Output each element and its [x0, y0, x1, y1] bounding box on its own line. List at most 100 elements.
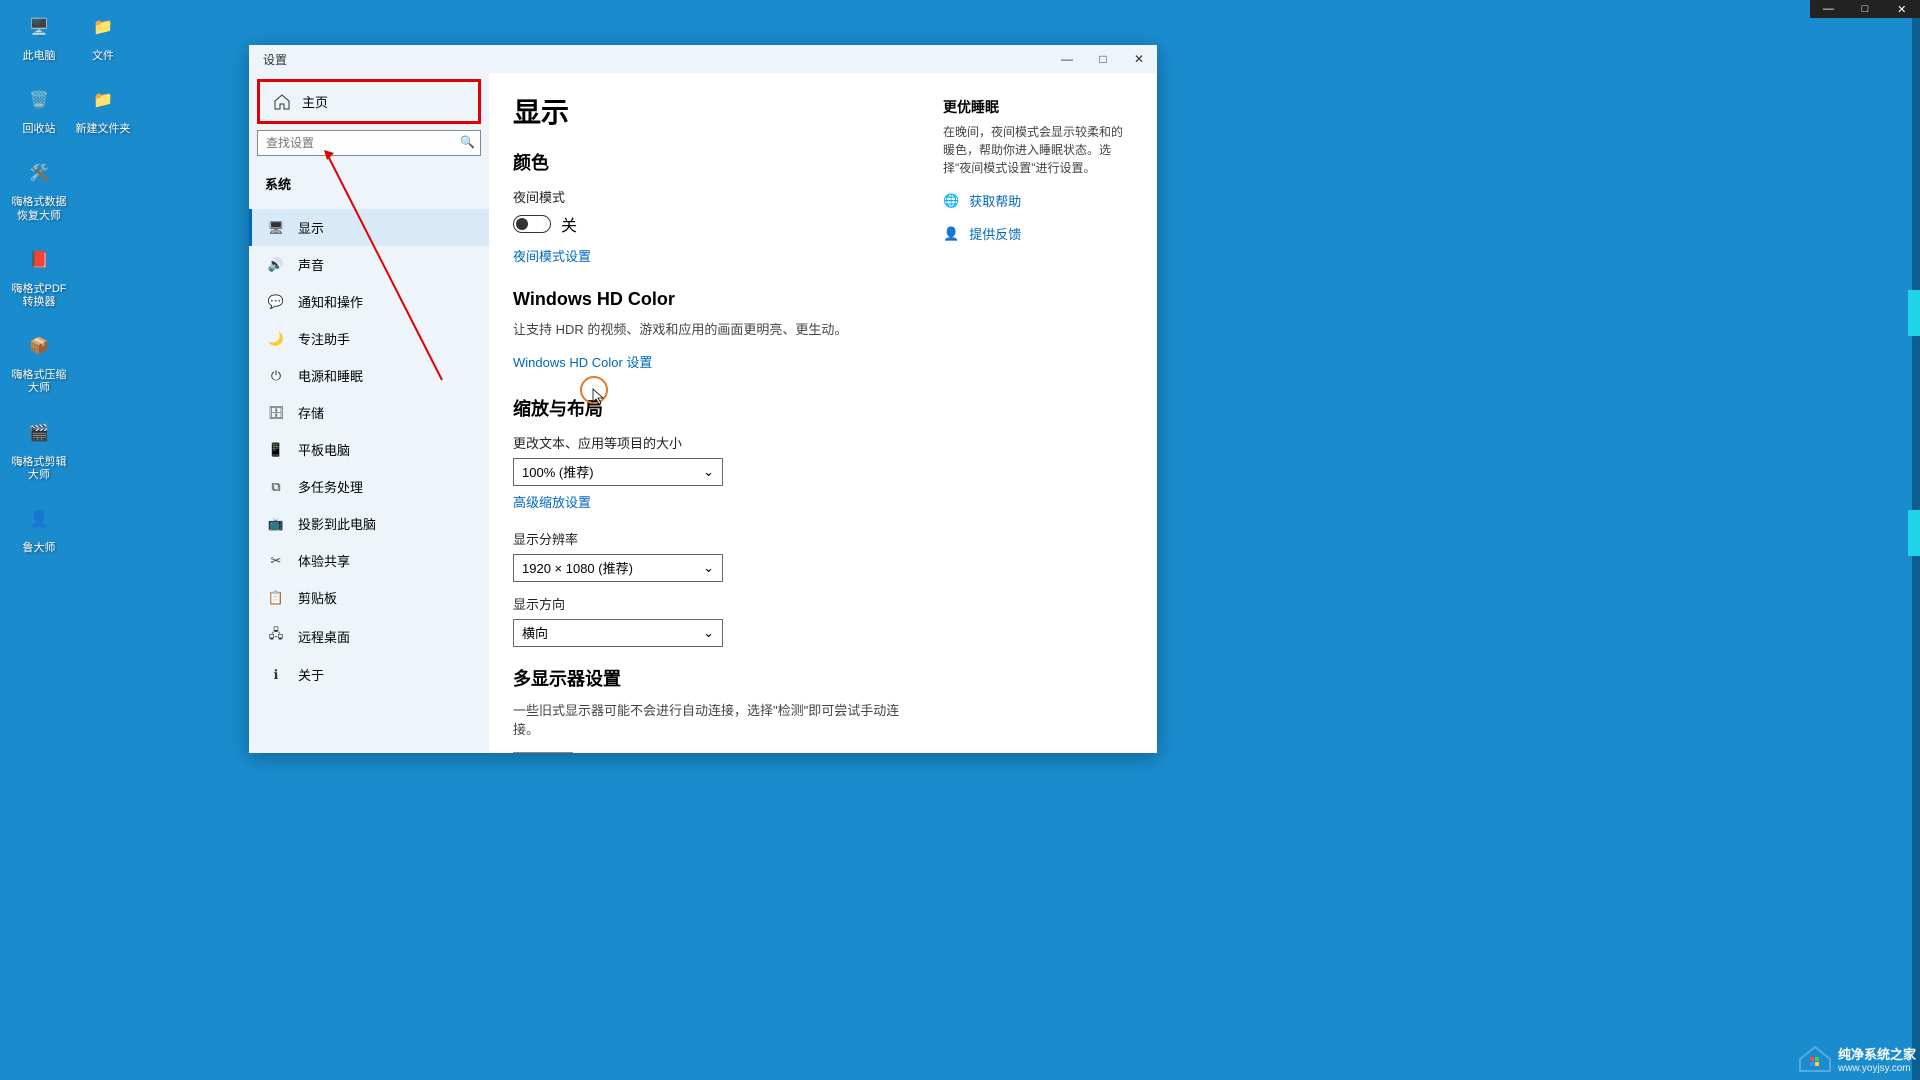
desktop-icon-app3[interactable]: 📦嗨格式压缩大师 — [8, 327, 70, 395]
nav-project[interactable]: 📺 投影到此电脑 — [249, 505, 489, 542]
nav-power[interactable]: ⏻ 电源和睡眠 — [249, 357, 489, 394]
settings-window: 设置 — □ ✕ 主页 🔍 系统 🖥显示 🔊 声音 💬 通知和操作 🌙 专注助手 — [249, 45, 1157, 753]
remote-icon: 🖧 — [268, 625, 284, 647]
storage-icon: 🗄 — [268, 405, 284, 421]
watermark-logo-icon — [1798, 1045, 1832, 1073]
titlebar: 设置 — □ ✕ — [249, 45, 1157, 73]
power-icon: ⏻ — [268, 368, 284, 384]
nav-label: 远程桌面 — [298, 627, 350, 646]
nav-label: 显示 — [298, 218, 324, 237]
desktop-icon-app1[interactable]: 🛠️嗨格式数据恢复大师 — [8, 154, 70, 222]
nav-label: 通知和操作 — [298, 292, 363, 311]
notify-icon: 💬 — [268, 294, 284, 310]
section-color: 颜色 — [513, 149, 903, 175]
orientation-label: 显示方向 — [513, 594, 903, 613]
section-multi: 多显示器设置 — [513, 665, 903, 691]
nav-label: 电源和睡眠 — [298, 366, 363, 385]
section-hdr: Windows HD Color — [513, 289, 903, 310]
desktop-icon-app2[interactable]: 📕嗨格式PDF转换器 — [8, 241, 70, 309]
nav-about[interactable]: ℹ关于 — [249, 656, 489, 693]
focus-icon: 🌙 — [268, 331, 284, 347]
scale-advanced-link[interactable]: 高级缩放设置 — [513, 492, 591, 511]
scale-dropdown[interactable]: 100% (推荐) ⌄ — [513, 458, 723, 486]
resolution-label: 显示分辨率 — [513, 529, 903, 548]
nav-share[interactable]: ✂ 体验共享 — [249, 542, 489, 579]
nav-tablet[interactable]: 📱平板电脑 — [249, 431, 489, 468]
minimize-button[interactable]: — — [1049, 45, 1085, 73]
desktop-icons-col1: 🖥️此电脑 🗑️回收站 🛠️嗨格式数据恢复大师 📕嗨格式PDF转换器 📦嗨格式压… — [8, 8, 70, 555]
maximize-button[interactable]: □ — [1085, 45, 1121, 73]
desktop-icon-folder1[interactable]: 📁文件 — [72, 8, 134, 63]
outer-maximize[interactable]: □ — [1847, 0, 1884, 18]
nav-notifications[interactable]: 💬 通知和操作 — [249, 283, 489, 320]
watermark-url: www.yoyjsy.com — [1838, 1063, 1916, 1074]
night-mode-toggle[interactable] — [513, 215, 551, 233]
night-mode-label: 夜间模式 — [513, 187, 903, 206]
night-settings-link[interactable]: 夜间模式设置 — [513, 246, 591, 265]
home-icon — [274, 94, 290, 110]
nav-storage[interactable]: 🗄存储 — [249, 394, 489, 431]
system-heading: 系统 — [249, 166, 489, 201]
nav-sound[interactable]: 🔊 声音 — [249, 246, 489, 283]
feedback-label: 提供反馈 — [969, 224, 1021, 243]
share-icon: ✂ — [268, 553, 284, 569]
scale-value: 100% (推荐) — [522, 462, 594, 481]
nav-label: 声音 — [298, 255, 324, 274]
feedback-icon: 👤 — [943, 226, 959, 242]
nav-label: 多任务处理 — [298, 477, 363, 496]
sleep-desc: 在晚间，夜间模式会显示较柔和的暖色，帮助你进入睡眠状态。选择"夜间模式设置"进行… — [943, 123, 1133, 177]
detect-button[interactable]: 检测 — [513, 752, 573, 754]
hdr-link[interactable]: Windows HD Color 设置 — [513, 352, 652, 371]
nav-label: 体验共享 — [298, 551, 350, 570]
outer-minimize[interactable]: — — [1810, 0, 1847, 18]
chevron-down-icon: ⌄ — [703, 625, 714, 641]
multi-desc: 一些旧式显示器可能不会进行自动连接，选择"检测"即可尝试手动连接。 — [513, 701, 903, 740]
outer-window-controls: — □ ✕ — [1810, 0, 1920, 18]
window-title: 设置 — [263, 51, 287, 68]
desktop-icon-folder2[interactable]: 📁新建文件夹 — [72, 81, 134, 136]
hdr-desc: 让支持 HDR 的视频、游戏和应用的画面更明亮、更生动。 — [513, 320, 903, 340]
feedback-link[interactable]: 👤 提供反馈 — [943, 224, 1133, 243]
sleep-heading: 更优睡眠 — [943, 97, 1133, 117]
close-button[interactable]: ✕ — [1121, 45, 1157, 73]
nav-multitask[interactable]: ⧉ 多任务处理 — [249, 468, 489, 505]
search-input[interactable] — [257, 130, 481, 156]
chevron-down-icon: ⌄ — [703, 464, 714, 480]
watermark: 纯净系统之家 www.yoyjsy.com — [1798, 1044, 1916, 1074]
search-icon: 🔍 — [460, 135, 475, 149]
nav-focus[interactable]: 🌙 专注助手 — [249, 320, 489, 357]
nav-label: 投影到此电脑 — [298, 514, 376, 533]
content-area: 显示 颜色 夜间模式 关 夜间模式设置 Windows HD Color 让支持… — [489, 73, 1157, 753]
multitask-icon: ⧉ — [268, 479, 284, 495]
resolution-dropdown[interactable]: 1920 × 1080 (推荐) ⌄ — [513, 554, 723, 582]
nav-remote[interactable]: 🖧 远程桌面 — [249, 616, 489, 656]
desktop-icon-app4[interactable]: 🎬嗨格式剪辑大师 — [8, 414, 70, 482]
resolution-value: 1920 × 1080 (推荐) — [522, 558, 633, 577]
nav-label: 关于 — [298, 665, 324, 684]
outer-close[interactable]: ✕ — [1883, 0, 1920, 18]
tablet-icon: 📱 — [268, 442, 284, 458]
orientation-value: 横向 — [522, 623, 548, 642]
night-mode-value: 关 — [561, 212, 577, 236]
nav-label: 专注助手 — [298, 329, 350, 348]
nav-list: 🖥显示 🔊 声音 💬 通知和操作 🌙 专注助手 ⏻ 电源和睡眠 🗄存储 📱平板电脑 ⧉ 多… — [249, 209, 489, 693]
desktop-icon-this-pc[interactable]: 🖥️此电脑 — [8, 8, 70, 63]
desktop-icon-app5[interactable]: 👤鲁大师 — [8, 500, 70, 555]
home-label: 主页 — [302, 92, 328, 111]
orientation-dropdown[interactable]: 横向 ⌄ — [513, 619, 723, 647]
help-icon: 🌐 — [943, 193, 959, 209]
nav-display[interactable]: 🖥显示 — [249, 209, 489, 246]
section-scale: 缩放与布局 — [513, 395, 903, 421]
sound-icon: 🔊 — [268, 257, 284, 273]
nav-clipboard[interactable]: 📋剪贴板 — [249, 579, 489, 616]
watermark-text: 纯净系统之家 — [1838, 1044, 1916, 1063]
home-button[interactable]: 主页 — [257, 79, 481, 124]
nav-label: 剪贴板 — [298, 588, 337, 607]
get-help-link[interactable]: 🌐 获取帮助 — [943, 191, 1133, 210]
page-title: 显示 — [513, 91, 903, 131]
scale-label: 更改文本、应用等项目的大小 — [513, 433, 903, 452]
help-label: 获取帮助 — [969, 191, 1021, 210]
edge-mark-2 — [1908, 510, 1920, 556]
project-icon: 📺 — [268, 516, 284, 532]
desktop-icon-recycle[interactable]: 🗑️回收站 — [8, 81, 70, 136]
